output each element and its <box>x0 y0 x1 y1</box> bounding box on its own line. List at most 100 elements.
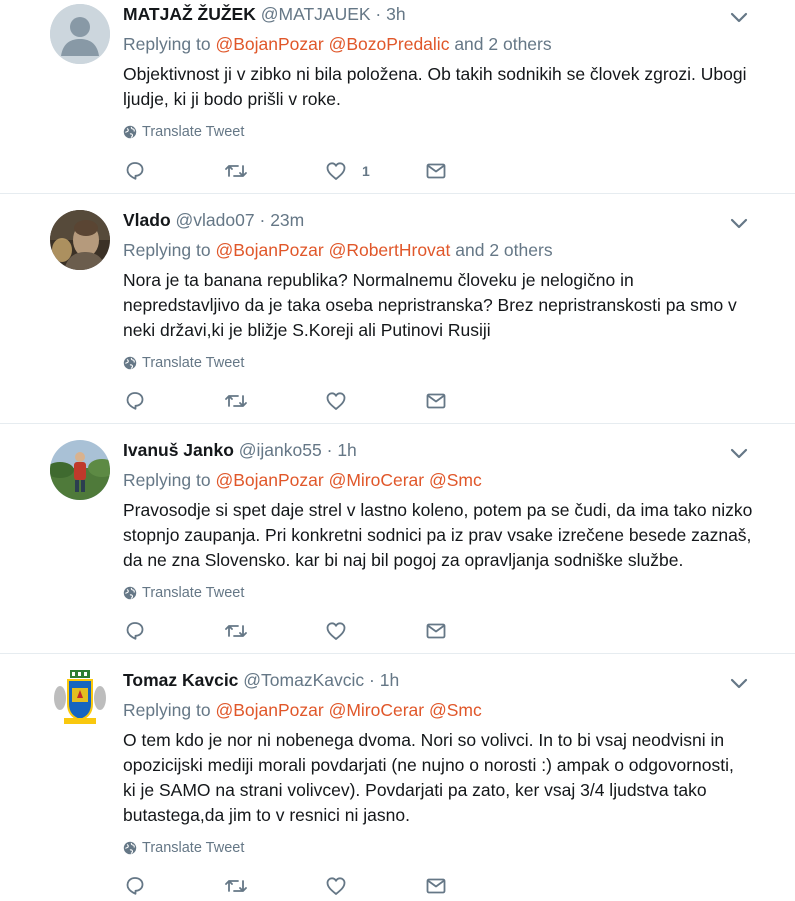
tweet-text-line: nepredstavljivo da je taka oseba neprist… <box>123 295 737 315</box>
tweet-header: Vlado @vlado07 · 23m <box>123 208 755 232</box>
mention-link[interactable]: @BojanPozar <box>215 34 323 54</box>
mention-link[interactable]: @Smc <box>429 700 482 720</box>
tweet-text: Nora je ta banana republika? Normalnemu … <box>123 268 755 343</box>
envelope-icon <box>426 878 446 894</box>
user-handle[interactable]: @MATJAUEK <box>261 4 371 24</box>
replying-to: Replying to @BojanPozar @BozoPredalic an… <box>123 32 755 56</box>
reply-button[interactable] <box>123 389 147 413</box>
retweet-icon <box>225 880 247 892</box>
chevron-down-icon[interactable] <box>729 10 749 26</box>
envelope-icon <box>426 163 446 179</box>
coat-of-arms-icon <box>50 668 110 728</box>
tweet-text-line: Nora je ta banana republika? Normalnemu … <box>123 270 634 290</box>
mention-link[interactable]: @MiroCerar <box>329 470 425 490</box>
replying-prefix: Replying to <box>123 700 211 720</box>
reply-button[interactable] <box>123 874 147 898</box>
direct-message-button[interactable] <box>424 389 448 413</box>
avatar[interactable] <box>50 668 110 728</box>
direct-message-button[interactable] <box>424 874 448 898</box>
envelope-icon <box>426 393 446 409</box>
tweet-actions <box>123 874 463 900</box>
profile-photo-icon <box>50 440 110 500</box>
display-name[interactable]: Vlado <box>123 210 171 230</box>
heart-icon <box>326 162 346 180</box>
direct-message-button[interactable] <box>424 159 448 183</box>
avatar[interactable] <box>50 4 110 64</box>
chevron-down-icon[interactable] <box>729 676 749 692</box>
mention-link[interactable]: @BojanPozar <box>215 700 323 720</box>
tweet-text-line: opozicijski mediji morali povdarjati (ne… <box>123 755 734 775</box>
reply-icon <box>126 392 144 410</box>
retweet-button[interactable] <box>223 874 249 898</box>
timestamp[interactable]: 23m <box>270 210 304 230</box>
tweet-actions: 1 <box>123 159 463 185</box>
mention-link[interactable]: @BojanPozar <box>215 470 323 490</box>
mention-link[interactable]: @BozoPredalic <box>329 34 450 54</box>
retweet-button[interactable] <box>223 389 249 413</box>
direct-message-button[interactable] <box>424 619 448 643</box>
reply-button[interactable] <box>123 159 147 183</box>
like-button[interactable] <box>324 874 348 898</box>
mention-link[interactable]: @BojanPozar <box>215 240 323 260</box>
replying-others-link[interactable]: and 2 others <box>454 34 551 54</box>
retweet-button[interactable] <box>223 619 249 643</box>
avatar[interactable] <box>50 210 110 270</box>
display-name[interactable]: Ivanuš Janko <box>123 440 234 460</box>
translate-label: Translate Tweet <box>142 585 245 601</box>
translate-tweet-link[interactable]: Translate Tweet <box>123 355 755 371</box>
replying-prefix: Replying to <box>123 470 211 490</box>
display-name[interactable]: Tomaz Kavcic <box>123 670 238 690</box>
timestamp[interactable]: 1h <box>337 440 356 460</box>
user-handle[interactable]: @vlado07 <box>176 210 255 230</box>
replying-to: Replying to @BojanPozar @MiroCerar @Smc <box>123 468 755 492</box>
tweet[interactable]: Vlado @vlado07 · 23m Replying to @BojanP… <box>0 194 795 424</box>
user-handle[interactable]: @TomazKavcic <box>243 670 364 690</box>
tweet[interactable]: Tomaz Kavcic @TomazKavcic · 1h Replying … <box>0 654 795 901</box>
avatar[interactable] <box>50 440 110 500</box>
like-count: 1 <box>362 163 370 179</box>
chevron-down-icon[interactable] <box>729 216 749 232</box>
like-button[interactable]: 1 <box>324 159 370 183</box>
timestamp[interactable]: 3h <box>386 4 405 24</box>
replying-others-link[interactable]: and 2 others <box>455 240 552 260</box>
heart-icon <box>326 877 346 895</box>
tweet-text-line: stopnjo zaupanja. Pri konkretni sodnici … <box>123 525 752 545</box>
mention-link[interactable]: @Smc <box>429 470 482 490</box>
tweet-text-line: da ne zna Slovensko. kar bi naj bil pogo… <box>123 550 684 570</box>
display-name[interactable]: MATJAŽ ŽUŽEK <box>123 4 256 24</box>
separator-dot: · <box>375 4 382 24</box>
separator-dot: · <box>259 210 266 230</box>
mention-link[interactable]: @RobertHrovat <box>329 240 451 260</box>
reply-icon <box>126 622 144 640</box>
translate-tweet-link[interactable]: Translate Tweet <box>123 840 755 856</box>
tweet-header: MATJAŽ ŽUŽEK @MATJAUEK · 3h <box>123 2 755 26</box>
translate-tweet-link[interactable]: Translate Tweet <box>123 124 755 140</box>
translate-label: Translate Tweet <box>142 840 245 856</box>
default-avatar-icon <box>50 4 110 64</box>
separator-dot: · <box>326 440 333 460</box>
reply-button[interactable] <box>123 619 147 643</box>
tweet[interactable]: MATJAŽ ŽUŽEK @MATJAUEK · 3h Replying to … <box>0 0 795 194</box>
tweet-text: Pravosodje si spet daje strel v lastno k… <box>123 498 755 573</box>
replying-prefix: Replying to <box>123 34 211 54</box>
replying-to: Replying to @BojanPozar @MiroCerar @Smc <box>123 698 755 722</box>
user-handle[interactable]: @ijanko55 <box>239 440 322 460</box>
tweet-text-line: Pravosodje si spet daje strel v lastno k… <box>123 500 753 520</box>
globe-icon <box>123 356 137 370</box>
translate-label: Translate Tweet <box>142 124 245 140</box>
globe-icon <box>123 586 137 600</box>
replying-prefix: Replying to <box>123 240 211 260</box>
heart-icon <box>326 622 346 640</box>
retweet-button[interactable] <box>223 159 249 183</box>
tweet-actions <box>123 619 463 645</box>
translate-tweet-link[interactable]: Translate Tweet <box>123 585 755 601</box>
tweet-text-line: ki je SAMO na strani volivcev). Povdarja… <box>123 780 707 800</box>
chevron-down-icon[interactable] <box>729 446 749 462</box>
like-button[interactable] <box>324 619 348 643</box>
tweet-text: O tem kdo je nor ni nobenega dvoma. Nori… <box>123 728 755 828</box>
mention-link[interactable]: @MiroCerar <box>329 700 425 720</box>
like-button[interactable] <box>324 389 348 413</box>
globe-icon <box>123 125 137 139</box>
timestamp[interactable]: 1h <box>380 670 399 690</box>
tweet[interactable]: Ivanuš Janko @ijanko55 · 1h Replying to … <box>0 424 795 654</box>
